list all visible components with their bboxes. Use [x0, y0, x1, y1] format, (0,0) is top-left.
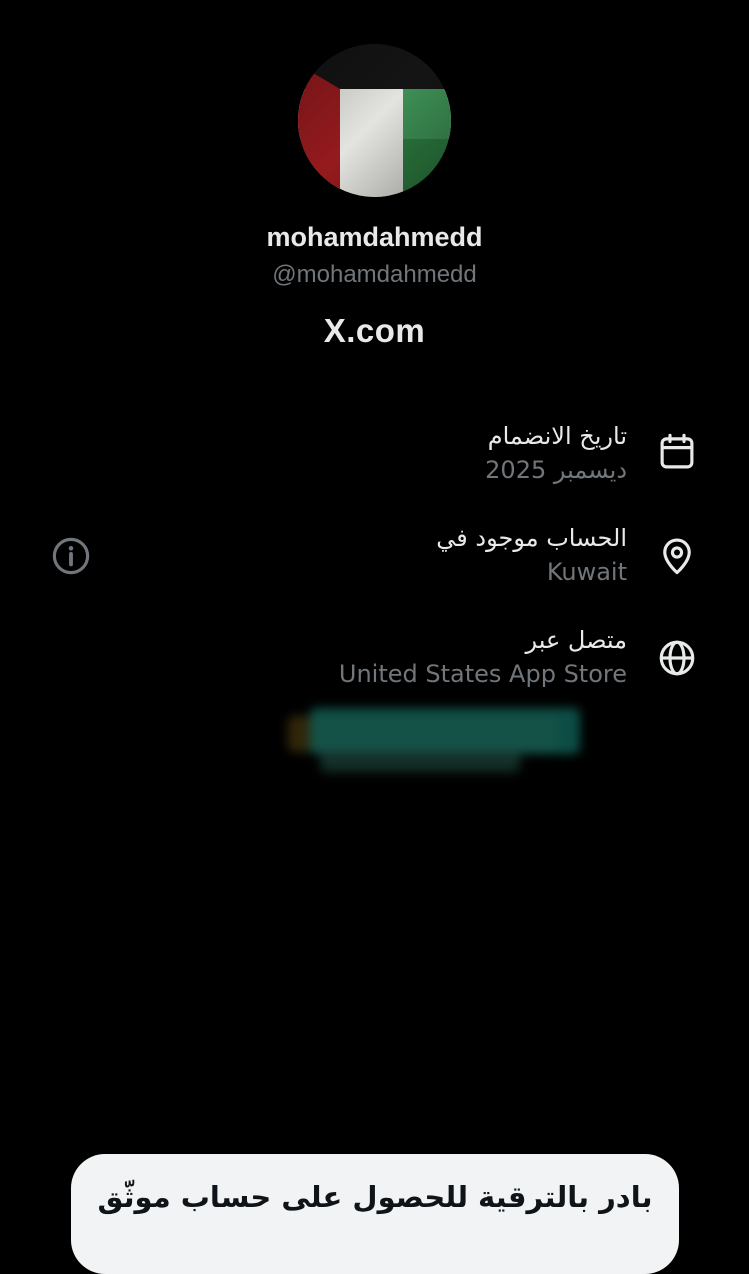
info-row-connected-via: متصل عبر United States App Store	[339, 623, 627, 691]
location-pin-icon	[663, 538, 691, 575]
location-label: الحساب موجود في	[436, 524, 627, 552]
location-value: Kuwait	[546, 558, 627, 586]
avatar[interactable]	[298, 44, 451, 197]
upgrade-banner-text: بادر بالترقية للحصول على حساب موثّق	[97, 1180, 653, 1214]
kuwait-flag-avatar-icon	[298, 44, 451, 197]
info-row-join-date: تاريخ الانضمام ديسمبر 2025	[485, 419, 627, 487]
join-date-label: تاريخ الانضمام	[487, 422, 627, 450]
globe-icon	[659, 640, 695, 676]
connected-via-label: متصل عبر	[525, 626, 627, 654]
redacted-region	[280, 698, 590, 788]
connected-via-value: United States App Store	[338, 660, 627, 688]
join-date-value: ديسمبر 2025	[485, 456, 627, 484]
brand-logo: X.com	[323, 312, 426, 349]
calendar-icon	[660, 433, 694, 469]
user-handle: @mohamdahmedd	[272, 261, 477, 288]
display-name: mohamdahmedd	[266, 222, 483, 252]
info-row-location: الحساب موجود في Kuwait	[436, 521, 627, 589]
upgrade-banner[interactable]: بادر بالترقية للحصول على حساب موثّق	[71, 1154, 679, 1274]
info-icon[interactable]	[50, 535, 92, 577]
